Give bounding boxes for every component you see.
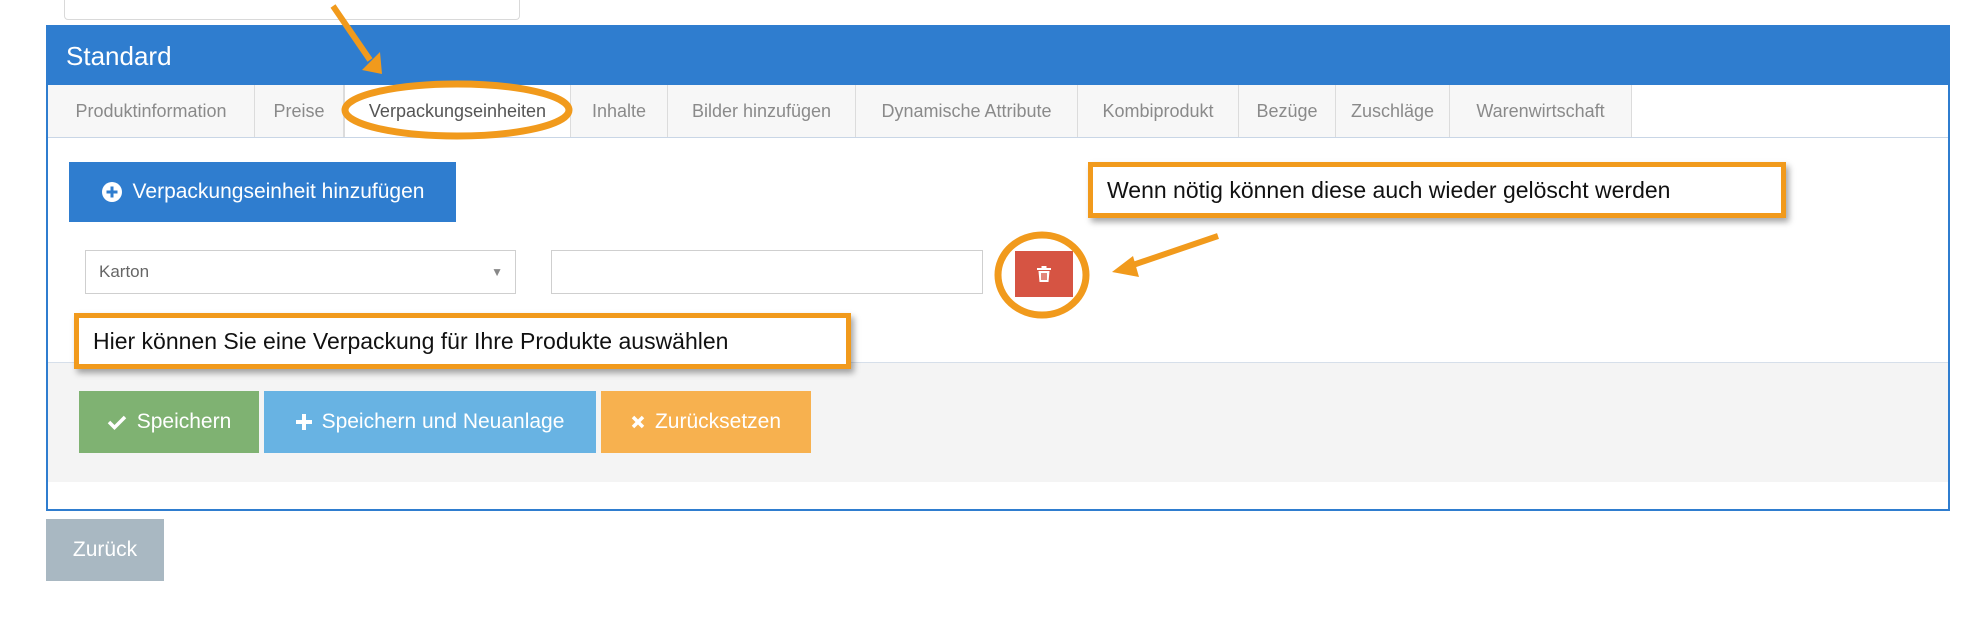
save-and-new-label: Speichern und Neuanlage	[321, 410, 565, 433]
back-button[interactable]: Zurück	[46, 519, 164, 581]
delete-hint-text: Wenn nötig können diese auch wieder gelö…	[1107, 176, 1671, 203]
tab-bar: Produktinformation Preise Verpackungsein…	[48, 85, 1948, 138]
tab-warenwirtschaft[interactable]: Warenwirtschaft	[1450, 85, 1632, 137]
tab-zuschlaege[interactable]: Zuschläge	[1336, 85, 1450, 137]
tab-dynamische-attribute[interactable]: Dynamische Attribute	[856, 85, 1078, 137]
delete-hint-callout: Wenn nötig können diese auch wieder gelö…	[1088, 162, 1786, 218]
delete-packaging-button[interactable]	[1015, 251, 1073, 297]
tab-verpackungseinheiten[interactable]: Verpackungseinheiten	[344, 85, 571, 137]
save-button[interactable]: Speichern	[79, 391, 259, 453]
product-panel: Standard Produktinformation Preise Verpa…	[46, 25, 1950, 511]
close-icon	[631, 415, 645, 429]
tab-bezuege[interactable]: Bezüge	[1239, 85, 1336, 137]
select-hint-callout: Hier können Sie eine Verpackung für Ihre…	[74, 313, 851, 369]
plus-circle-icon	[101, 182, 122, 202]
packaging-quantity-input[interactable]	[551, 250, 983, 294]
panel-title: Standard	[48, 27, 1948, 85]
top-input-field[interactable]	[64, 0, 520, 20]
save-and-new-button[interactable]: Speichern und Neuanlage	[264, 391, 596, 453]
reset-button[interactable]: Zurücksetzen	[601, 391, 811, 453]
packaging-select[interactable]: Karton ▼	[85, 250, 516, 294]
check-icon	[107, 415, 126, 430]
packaging-select-value: Karton	[99, 262, 150, 281]
tab-preise[interactable]: Preise	[255, 85, 344, 137]
trash-icon	[1037, 266, 1051, 282]
select-hint-text: Hier können Sie eine Verpackung für Ihre…	[93, 327, 729, 354]
reset-label: Zurücksetzen	[654, 410, 782, 433]
chevron-down-icon: ▼	[491, 265, 503, 279]
add-packaging-unit-button[interactable]: Verpackungseinheit hinzufügen	[69, 162, 456, 222]
tab-produktinformation[interactable]: Produktinformation	[48, 85, 255, 137]
plus-icon	[295, 414, 312, 430]
tab-inhalte[interactable]: Inhalte	[571, 85, 668, 137]
tab-kombiprodukt[interactable]: Kombiprodukt	[1078, 85, 1239, 137]
tab-bilder-hinzufuegen[interactable]: Bilder hinzufügen	[668, 85, 856, 137]
add-packaging-unit-label: Verpackungseinheit hinzufügen	[132, 180, 425, 203]
save-label: Speichern	[136, 410, 232, 433]
